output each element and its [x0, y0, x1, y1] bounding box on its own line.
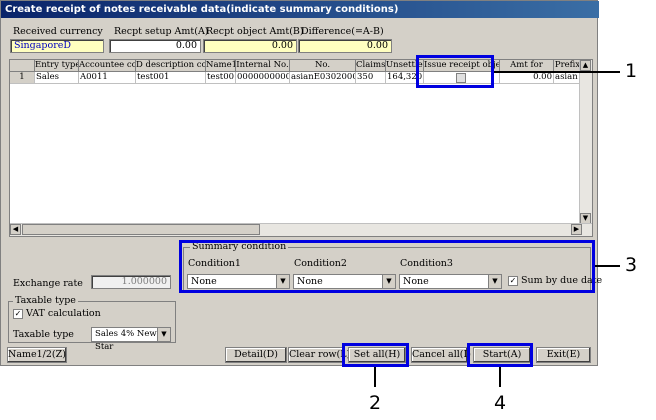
vat-calculation-checkbox[interactable]: ✓: [13, 309, 23, 319]
callout-line-2: [374, 367, 376, 387]
callout-line-1: [494, 71, 620, 73]
callout-line-3: [595, 265, 620, 267]
chevron-down-icon[interactable]: ▼: [157, 328, 170, 341]
recpt-object-label: Recpt object Amt(B): [206, 26, 304, 37]
callout-number-2: 2: [369, 392, 382, 414]
cell-no[interactable]: asianE030200002: [290, 72, 356, 84]
col-header-no[interactable]: No.: [290, 60, 356, 72]
cell-rownum: 1: [10, 72, 35, 84]
detail-button[interactable]: Detail(D): [225, 347, 287, 363]
difference-field: 0.00: [298, 39, 392, 53]
cell-internal-no[interactable]: 000000000002: [236, 72, 290, 84]
col-header-internal-no[interactable]: Internal No.: [236, 60, 290, 72]
col-header-claims[interactable]: Claims: [356, 60, 386, 72]
dialog-window: Create receipt of notes receivable data(…: [0, 0, 602, 366]
exchange-rate-label: Exchange rate: [13, 278, 83, 289]
exchange-rate-field: 1.000000: [91, 275, 171, 289]
received-currency-label: Received currency: [13, 26, 103, 37]
cancel-all-button[interactable]: Cancel all(I): [411, 347, 471, 363]
cell-entry-type[interactable]: Sales: [35, 72, 79, 84]
cell-prefix[interactable]: asian: [554, 72, 582, 84]
difference-label: Difference(=A-B): [301, 26, 384, 37]
received-currency-field[interactable]: SingaporeD: [10, 39, 104, 53]
cell-accountee-code[interactable]: A0011: [79, 72, 136, 84]
recpt-object-field: 0.00: [203, 39, 297, 53]
taxable-type-select[interactable]: Sales 4% New Star ▼: [91, 327, 171, 352]
clear-row-button[interactable]: Clear row(L): [288, 347, 350, 363]
callout-number-1: 1: [625, 60, 638, 82]
vat-calculation-label: VAT calculation: [26, 308, 101, 319]
recpt-setup-label: Recpt setup Amt(A): [114, 26, 209, 37]
col-header-accountee-code[interactable]: Accountee code: [79, 60, 136, 72]
name12-button[interactable]: Name1/2(Z): [7, 347, 67, 363]
col-header-name1[interactable]: Name1: [206, 60, 236, 72]
cell-claims[interactable]: 350: [356, 72, 386, 84]
col-header-entry-type[interactable]: Entry type: [35, 60, 79, 72]
taxable-type-value: Sales 4% New Star: [95, 329, 157, 352]
scroll-left-icon[interactable]: ◀: [10, 224, 21, 235]
receipt-grid[interactable]: Entry type Accountee code D description …: [9, 59, 593, 237]
callout-number-3: 3: [625, 254, 638, 276]
recpt-setup-field[interactable]: 0.00: [109, 39, 201, 53]
highlight-box-1: [416, 55, 494, 88]
grid-horizontal-scrollbar[interactable]: ◀ ▶: [10, 223, 592, 236]
window-title: Create receipt of notes receivable data(…: [1, 1, 599, 18]
grid-vertical-scrollbar[interactable]: ▲ ▼: [579, 60, 592, 224]
callout-number-4: 4: [494, 392, 507, 414]
highlight-box-4: [467, 343, 533, 367]
taxable-type-group: Taxable type ✓ VAT calculation Taxable t…: [8, 295, 176, 352]
col-header-rownum: [10, 60, 35, 72]
highlight-box-2: [342, 343, 409, 367]
cell-description-code[interactable]: test001: [136, 72, 206, 84]
scroll-right-icon[interactable]: ▶: [571, 224, 582, 235]
col-header-description-code[interactable]: D description code: [136, 60, 206, 72]
horizontal-scroll-thumb[interactable]: [22, 224, 260, 235]
taxable-type-group-title: Taxable type: [13, 295, 78, 306]
table-row[interactable]: 1 Sales A0011 test001 test001 0000000000…: [10, 72, 592, 84]
scroll-up-icon[interactable]: ▲: [580, 60, 591, 71]
exit-button[interactable]: Exit(E): [536, 347, 591, 363]
cell-amt-for[interactable]: 0.00: [500, 72, 554, 84]
taxable-type-label: Taxable type: [13, 329, 74, 340]
cell-name1[interactable]: test001: [206, 72, 236, 84]
highlight-box-3: [179, 240, 595, 293]
callout-line-4: [499, 367, 501, 387]
